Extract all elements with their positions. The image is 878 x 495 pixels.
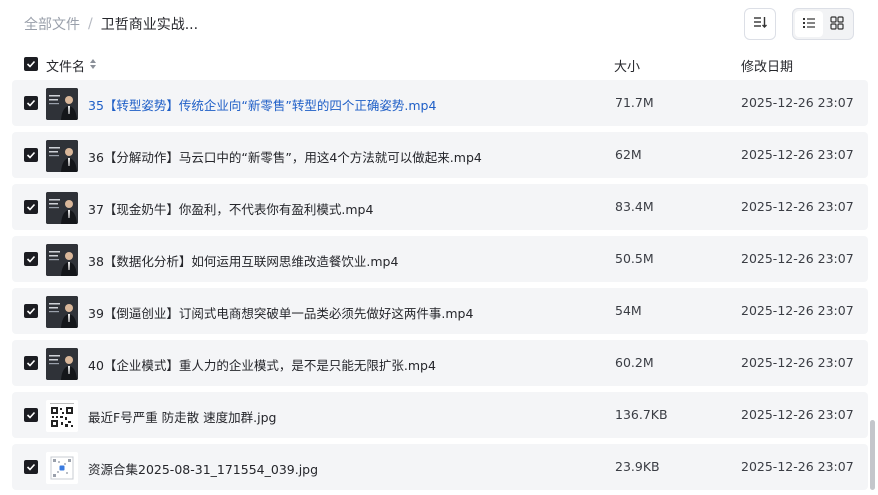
file-row[interactable]: 最近F号严重 防走散 速度加群.jpg 136.7KB 2025-12-26 23:…: [12, 392, 868, 438]
file-row[interactable]: 40【企业模式】重人力的企业模式，是不是只能无限扩张.mp4 60.2M 2025-…: [12, 340, 868, 386]
file-date: 2025-12-26 23:07: [741, 407, 854, 422]
sort-arrows-icon: [89, 58, 97, 74]
select-all-checkbox[interactable]: [24, 57, 38, 71]
file-size: 62M: [615, 147, 642, 162]
sort-button[interactable]: [744, 8, 776, 40]
row-checkbox[interactable]: [24, 460, 38, 474]
video-thumbnail[interactable]: [46, 348, 78, 380]
file-name[interactable]: 资源合集2025-08-31_171554_039.jpg: [88, 459, 318, 478]
video-thumbnail[interactable]: [46, 192, 78, 224]
file-name[interactable]: 最近F号严重 防走散 速度加群.jpg: [88, 407, 276, 426]
scrollbar[interactable]: [870, 420, 875, 490]
grid-view-button[interactable]: [823, 11, 851, 37]
file-size: 50.5M: [615, 251, 654, 266]
file-size: 136.7KB: [615, 407, 668, 422]
file-browser: 全部文件 / 卫哲商业实战... 文件名 大小 修改日期 35【转型姿势】传统企…: [0, 0, 878, 495]
row-checkbox[interactable]: [24, 304, 38, 318]
column-header-size[interactable]: 大小: [614, 56, 640, 75]
file-row[interactable]: 38【数据化分析】如何运用互联网思维改造餐饮业.mp4 50.5M 2025-12-…: [12, 236, 868, 282]
image-thumbnail[interactable]: [46, 400, 78, 432]
file-row[interactable]: 37【现金奶牛】你盈利，不代表你有盈利模式.mp4 83.4M 2025-12-26…: [12, 184, 868, 230]
video-thumbnail[interactable]: [46, 140, 78, 172]
breadcrumb-current: 卫哲商业实战...: [100, 17, 199, 33]
list-view-button[interactable]: [795, 11, 823, 37]
sort-list-icon: [752, 14, 768, 34]
row-checkbox[interactable]: [24, 200, 38, 214]
file-row[interactable]: 39【倒逼创业】订阅式电商想突破单一品类必须先做好这两件事.mp4 54M 2025…: [12, 288, 868, 334]
file-size: 23.9KB: [615, 459, 660, 474]
file-row[interactable]: 36【分解动作】马云口中的“新零售”，用这4个方法就可以做起来.mp4 62M 20…: [12, 132, 868, 178]
file-date: 2025-12-26 23:07: [741, 355, 854, 370]
grid-view-icon: [830, 15, 844, 34]
breadcrumb-separator: /: [88, 16, 93, 32]
file-date: 2025-12-26 23:07: [741, 95, 854, 110]
file-date: 2025-12-26 23:07: [741, 459, 854, 474]
file-date: 2025-12-26 23:07: [741, 251, 854, 266]
top-bar: 全部文件 / 卫哲商业实战...: [0, 0, 878, 48]
row-checkbox[interactable]: [24, 148, 38, 162]
video-thumbnail[interactable]: [46, 296, 78, 328]
view-toggle: [792, 8, 854, 40]
video-thumbnail[interactable]: [46, 244, 78, 276]
file-size: 54M: [615, 303, 642, 318]
file-size: 60.2M: [615, 355, 654, 370]
row-checkbox[interactable]: [24, 252, 38, 266]
file-date: 2025-12-26 23:07: [741, 147, 854, 162]
file-size: 83.4M: [615, 199, 654, 214]
column-header-name[interactable]: 文件名: [46, 56, 97, 75]
row-checkbox[interactable]: [24, 408, 38, 422]
file-name[interactable]: 39【倒逼创业】订阅式电商想突破单一品类必须先做好这两件事.mp4: [88, 303, 473, 322]
table-header: 文件名 大小 修改日期: [0, 50, 878, 78]
column-header-name-label: 文件名: [46, 60, 86, 75]
file-size: 71.7M: [615, 95, 654, 110]
file-date: 2025-12-26 23:07: [741, 199, 854, 214]
file-name[interactable]: 35【转型姿势】传统企业向“新零售”转型的四个正确姿势.mp4: [88, 95, 436, 114]
file-name[interactable]: 36【分解动作】马云口中的“新零售”，用这4个方法就可以做起来.mp4: [88, 147, 482, 166]
row-checkbox[interactable]: [24, 356, 38, 370]
file-name[interactable]: 40【企业模式】重人力的企业模式，是不是只能无限扩张.mp4: [88, 355, 436, 374]
image-thumbnail[interactable]: [46, 452, 78, 484]
file-list: 35【转型姿势】传统企业向“新零售”转型的四个正确姿势.mp4 71.7M 2025…: [12, 80, 868, 495]
video-thumbnail[interactable]: [46, 88, 78, 120]
file-name[interactable]: 37【现金奶牛】你盈利，不代表你有盈利模式.mp4: [88, 199, 373, 218]
breadcrumb: 全部文件 / 卫哲商业实战...: [24, 14, 198, 34]
file-date: 2025-12-26 23:07: [741, 303, 854, 318]
row-checkbox[interactable]: [24, 96, 38, 110]
file-row[interactable]: 35【转型姿势】传统企业向“新零售”转型的四个正确姿势.mp4 71.7M 2025…: [12, 80, 868, 126]
breadcrumb-root-link[interactable]: 全部文件: [24, 14, 80, 34]
file-row[interactable]: 资源合集2025-08-31_171554_039.jpg 23.9KB 2025-…: [12, 444, 868, 490]
list-view-icon: [802, 15, 816, 34]
column-header-date[interactable]: 修改日期: [741, 56, 793, 75]
file-name[interactable]: 38【数据化分析】如何运用互联网思维改造餐饮业.mp4: [88, 251, 398, 270]
